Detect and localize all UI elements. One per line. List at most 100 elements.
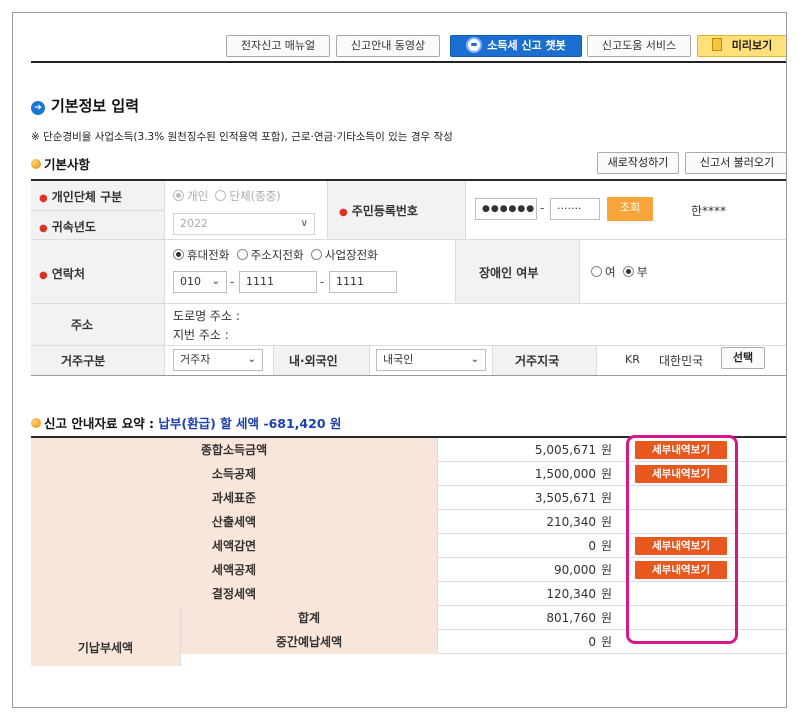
address-label: 주소 (71, 318, 94, 332)
disabled-label: 장애인 여부 (479, 266, 539, 280)
bullet-icon (31, 159, 41, 169)
grid-line (579, 239, 580, 303)
radio-disabled-yes[interactable] (591, 266, 602, 277)
chatbot-button[interactable]: 소득세 신고 챗봇 (450, 35, 582, 57)
video-button[interactable]: 신고안내 동영상 (336, 35, 440, 57)
row-unit: 원 (601, 635, 613, 649)
row-value: 90,000 (554, 563, 596, 577)
load-return-button[interactable]: 신고서 불러오기 (685, 152, 786, 174)
contact-mobile-label: 휴대전화 (187, 248, 230, 262)
grid-line (31, 345, 786, 346)
chevron-down-icon: ∨ (300, 218, 308, 229)
row-label: 과세표준 (31, 486, 438, 510)
arrow-circle-icon: ➜ (31, 101, 45, 115)
phone-prefix-value: 010 (180, 275, 201, 288)
radio-disabled-no[interactable] (622, 266, 634, 277)
required-icon: ● (39, 270, 48, 281)
disabled-no-label: 부 (636, 265, 648, 279)
manual-button[interactable]: 전자신고 매뉴얼 (226, 35, 330, 57)
preview-label: 미리보기 (731, 39, 773, 52)
row-label: 결정세액 (31, 582, 438, 606)
contact-radio-group: 휴대전화 주소지전화 사업장전화 (173, 247, 378, 263)
row-label: 세액공제 (31, 558, 438, 582)
country-label: 거주지국 (515, 354, 560, 368)
chatbot-label: 소득세 신고 챗봇 (487, 39, 566, 52)
contact-office-label: 사업장전화 (324, 248, 378, 262)
radio-office-phone[interactable] (310, 249, 322, 260)
year-select[interactable]: 2022 ∨ (173, 213, 315, 235)
phone-last-input[interactable]: 1111 (329, 271, 397, 293)
section-note: ※ 단순경비율 사업소득(3.3% 원천징수된 인적용역 포함), 근로·연금·… (31, 131, 453, 143)
year-label: ● 귀속년도 (39, 218, 96, 235)
summary-heading-amount: 납부(환급) 할 세액 -681,420 원 (158, 416, 342, 431)
nationality-select-value: 내국인 (383, 353, 414, 366)
row-unit: 원 (601, 443, 613, 457)
required-icon: ● (339, 207, 348, 218)
type-individual-label: 개인 (187, 189, 209, 203)
type-label-text: 개인단체 구분 (51, 190, 123, 204)
rrn-back-input[interactable]: ······· (550, 198, 600, 220)
phone-dash-2: - (320, 275, 325, 289)
year-select-value: 2022 (180, 217, 208, 230)
grid-line (31, 239, 786, 240)
row-value: 210,340 (546, 515, 596, 529)
rrn-label: ● 주민등록번호 (339, 202, 418, 219)
rrn-label-text: 주민등록번호 (351, 204, 418, 218)
type-label: ● 개인단체 구분 (39, 188, 122, 205)
preview-button[interactable]: 미리보기 (697, 35, 786, 57)
grid-line (31, 375, 786, 376)
nationality-label: 내·외국인 (289, 354, 338, 368)
contact-label: ● 연락처 (39, 265, 85, 282)
row-value: 0 (588, 635, 596, 649)
prepaid-label: 기납부세액 (31, 606, 181, 666)
rrn-dash: - (540, 201, 545, 215)
page-title-text: 기본정보 입력 (51, 97, 140, 115)
radio-mobile[interactable] (173, 249, 184, 260)
radio-group[interactable] (215, 190, 227, 201)
phone-mid-input[interactable]: 1111 (239, 271, 317, 293)
row-value: 5,005,671 (534, 443, 596, 457)
main-window: 전자신고 매뉴얼 신고안내 동영상 소득세 신고 챗봇 신고도움 서비스 미리보… (12, 12, 787, 708)
row-value: 0 (588, 539, 596, 553)
row-label: 중간예납세액 (181, 630, 438, 654)
radio-individual[interactable] (173, 190, 184, 201)
phone-prefix-select[interactable]: 010 ⌄ (173, 271, 227, 293)
bullet-icon (31, 418, 41, 428)
row-label: 소득공제 (31, 462, 438, 486)
row-unit: 원 (601, 467, 613, 481)
new-write-button[interactable]: 새로작성하기 (597, 152, 679, 174)
lookup-button[interactable]: 조회 (607, 197, 653, 221)
grid-line (273, 345, 274, 375)
nationality-select[interactable]: 내국인 ⌄ (376, 349, 486, 371)
summary-heading-prefix: 신고 안내자료 요약 : (44, 416, 159, 431)
country-select-button[interactable]: 선택 (721, 347, 765, 369)
row-value: 120,340 (546, 587, 596, 601)
row-unit: 원 (601, 491, 613, 505)
required-icon: ● (39, 223, 48, 234)
chevron-down-icon: ⌄ (211, 276, 220, 287)
row-value: 1,500,000 (534, 467, 596, 481)
grid-line (369, 345, 370, 375)
disabled-yes-label: 여 (605, 265, 616, 279)
row-unit: 원 (601, 611, 613, 625)
row-label: 세액감면 (31, 534, 438, 558)
phone-dash-1: - (230, 275, 235, 289)
chevron-down-icon: ⌄ (470, 354, 479, 365)
rrn-front-input[interactable]: ●●●●●● (475, 198, 537, 220)
row-label: 산출세액 (31, 510, 438, 534)
book-icon (711, 38, 722, 51)
residence-select[interactable]: 거주자 ⌄ (173, 349, 263, 371)
radio-home-phone[interactable] (236, 249, 248, 260)
row-unit: 원 (601, 515, 613, 529)
row-unit: 원 (601, 587, 613, 601)
grid-line (164, 181, 165, 375)
chatbot-icon (466, 37, 483, 53)
grid-line (327, 181, 328, 239)
help-service-button[interactable]: 신고도움 서비스 (587, 35, 691, 57)
name-value: 한**** (691, 204, 727, 218)
row-label: 종합소득금액 (31, 438, 438, 462)
grid-line (492, 345, 493, 375)
grid-line (596, 345, 597, 375)
grid-line (31, 303, 786, 304)
row-unit: 원 (601, 539, 613, 553)
